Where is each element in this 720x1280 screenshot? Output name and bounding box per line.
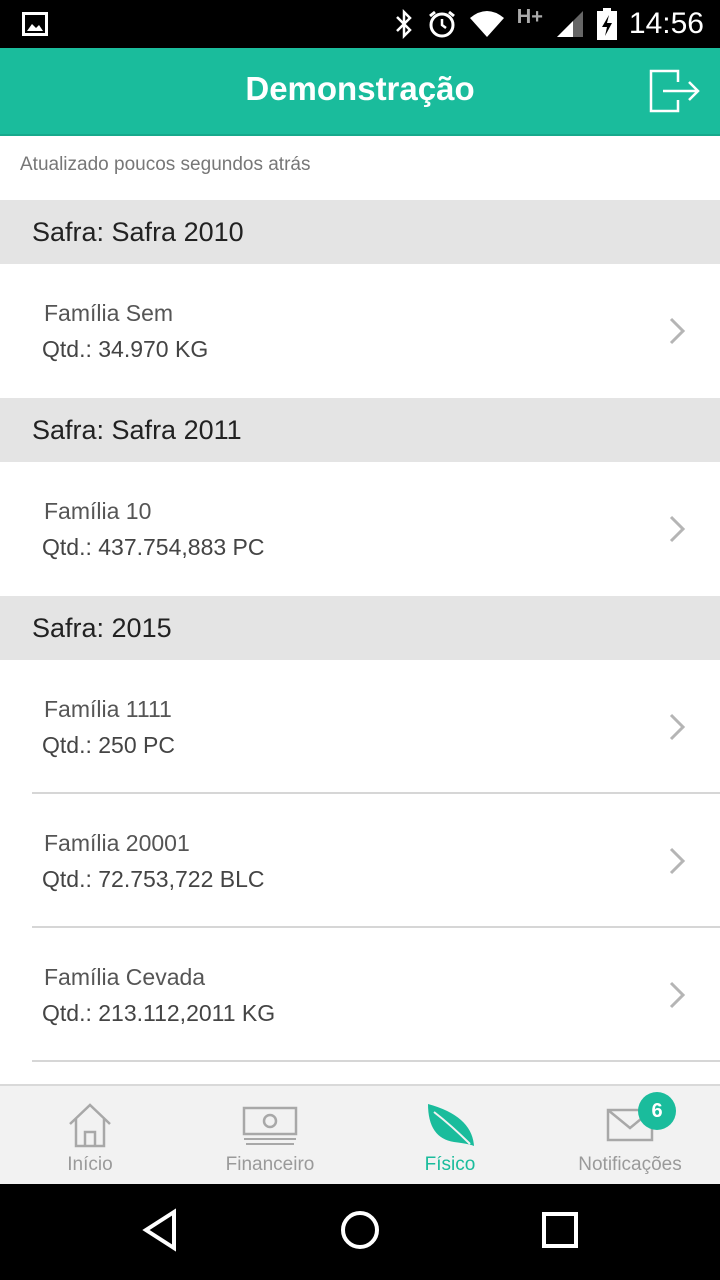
logout-icon[interactable]: [648, 68, 702, 114]
status-icons: H+ 14:56: [393, 0, 704, 48]
tab-inicio[interactable]: Início: [0, 1086, 180, 1184]
tab-label: Financeiro: [225, 1154, 315, 1175]
list-item[interactable]: Família 20001 Qtd.: 72.753,722 BLC: [0, 794, 720, 928]
picture-icon: [22, 12, 48, 36]
tab-financeiro[interactable]: Financeiro: [180, 1086, 360, 1184]
item-quantity: Qtd.: 213.112,2011 KG: [42, 1000, 276, 1026]
list-item[interactable]: Família Cevada Qtd.: 213.112,2011 KG: [0, 928, 720, 1062]
home-button-icon[interactable]: [338, 1208, 382, 1252]
item-quantity: Qtd.: 250 PC: [42, 732, 175, 758]
system-nav-bar: [0, 1184, 720, 1280]
chevron-right-icon: [669, 317, 686, 345]
section-header: Safra: Safra 2011: [0, 398, 720, 462]
item-quantity: Qtd.: 34.970 KG: [42, 336, 209, 362]
divider: [32, 1060, 720, 1062]
item-family: Família Sem: [44, 300, 174, 326]
chevron-right-icon: [669, 713, 686, 741]
status-bar: H+ 14:56: [0, 0, 720, 48]
battery-charging-icon: [596, 8, 617, 40]
page-title: Demonstração: [245, 70, 475, 107]
wifi-icon: [469, 11, 504, 37]
alarm-icon: [428, 10, 455, 38]
list-item[interactable]: Família Sem Qtd.: 34.970 KG: [0, 264, 720, 398]
item-family: Família 20001: [44, 830, 190, 856]
item-quantity: Qtd.: 437.754,883 PC: [42, 534, 265, 560]
recents-icon[interactable]: [540, 1208, 580, 1252]
list-item[interactable]: Família 1111 Qtd.: 250 PC: [0, 660, 720, 794]
item-quantity: Qtd.: 72.753,722 BLC: [42, 866, 265, 892]
tab-label: Físico: [424, 1154, 476, 1175]
back-icon[interactable]: [140, 1208, 180, 1252]
tab-fisico[interactable]: Físico: [360, 1086, 540, 1184]
signal-icon: [556, 11, 583, 37]
bottom-tab-bar: Início Financeiro Físico Notificações 6: [0, 1084, 720, 1184]
item-family: Família 1111: [44, 696, 172, 722]
tab-label: Início: [67, 1154, 113, 1175]
money-icon: [242, 1106, 298, 1145]
network-hplus-icon: H+: [516, 5, 543, 28]
status-time: 14:56: [628, 7, 704, 40]
chevron-right-icon: [669, 981, 686, 1009]
item-family: Família Cevada: [44, 964, 206, 990]
tab-notificacoes[interactable]: Notificações 6: [540, 1086, 720, 1184]
notification-badge: 6: [638, 1092, 676, 1130]
updated-timestamp: Atualizado poucos segundos atrás: [20, 154, 311, 175]
section-header: Safra: 2015: [0, 596, 720, 660]
bluetooth-icon: [395, 9, 412, 39]
home-icon: [69, 1103, 111, 1148]
chevron-right-icon: [669, 515, 686, 543]
chevron-right-icon: [669, 847, 686, 875]
tab-label: Notificações: [578, 1154, 682, 1175]
harvest-list: Safra: Safra 2010 Família Sem Qtd.: 34.9…: [0, 200, 720, 1062]
section-header: Safra: Safra 2010: [0, 200, 720, 264]
list-item[interactable]: Família 10 Qtd.: 437.754,883 PC: [0, 462, 720, 596]
app-bar: Demonstração: [0, 48, 720, 136]
leaf-icon: [428, 1104, 474, 1146]
item-family: Família 10: [44, 498, 152, 524]
